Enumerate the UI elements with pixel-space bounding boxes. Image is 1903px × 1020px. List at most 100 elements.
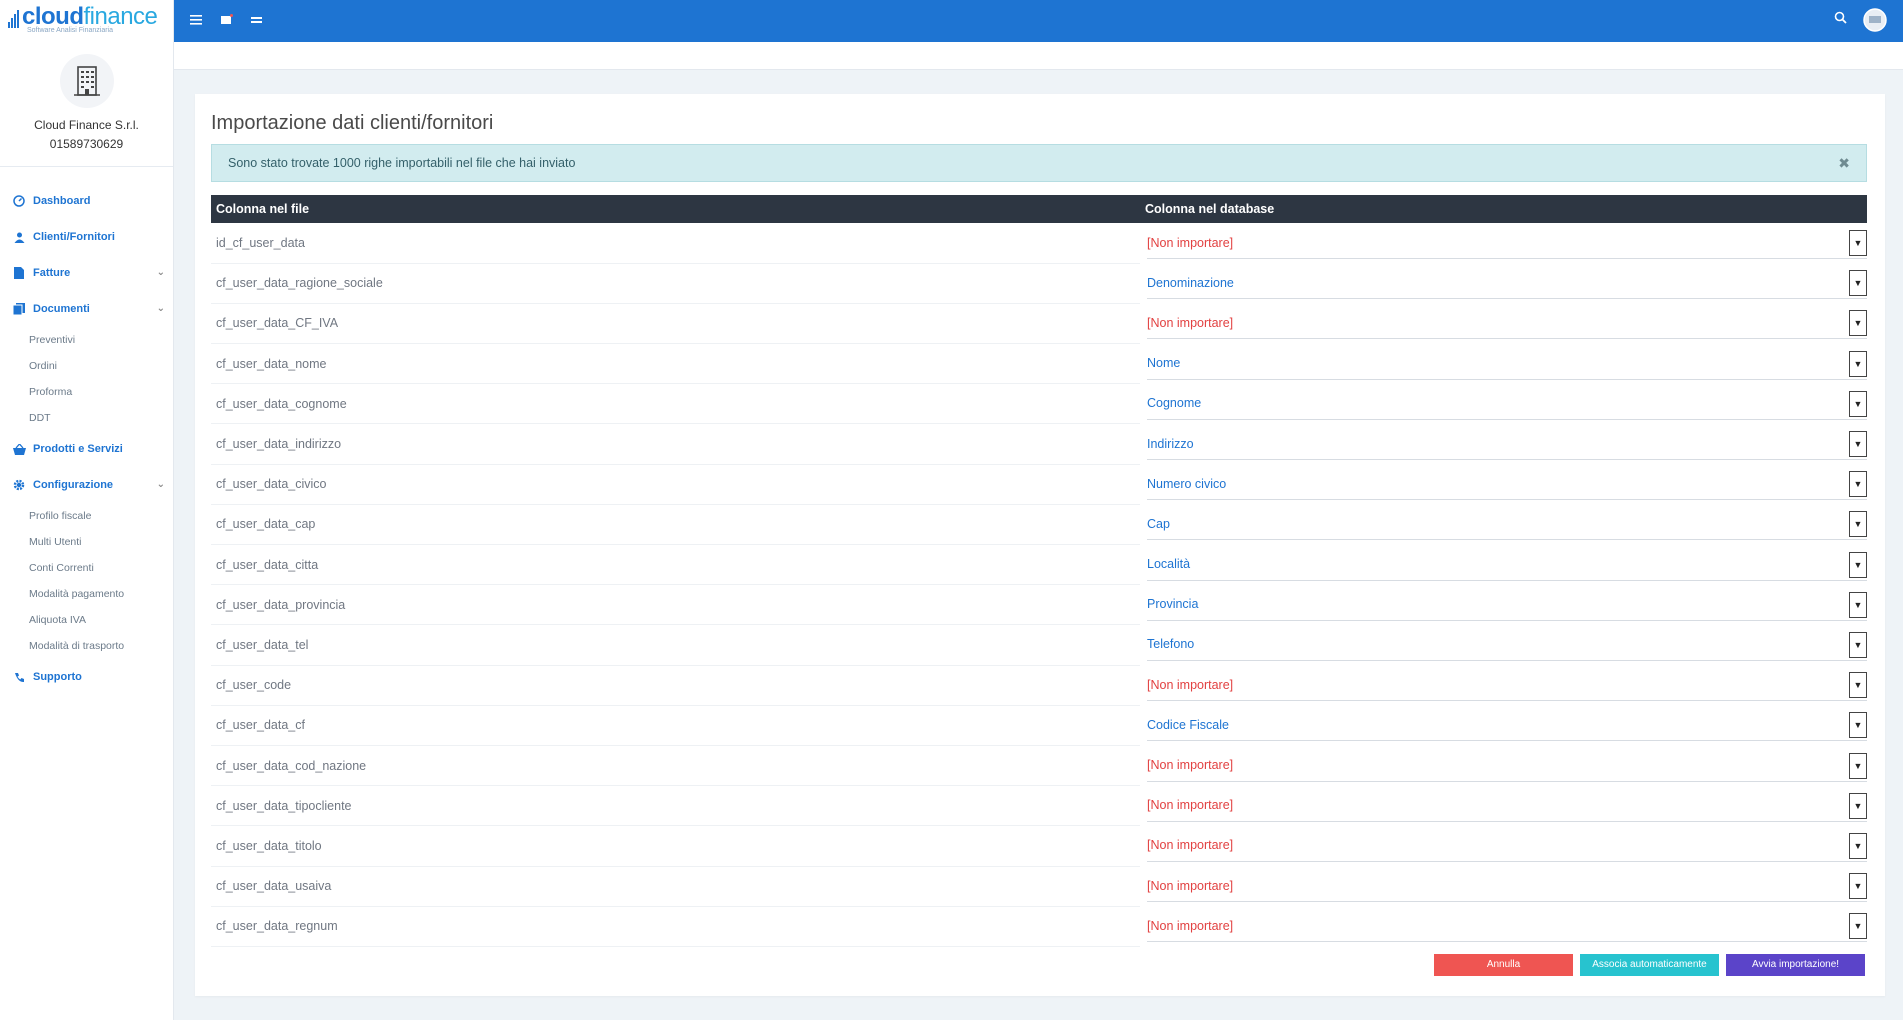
database-column-select[interactable]: Località ▼ (1147, 549, 1867, 581)
sidebar-subitem-ddt[interactable]: DDT (0, 405, 173, 431)
dropdown-arrow-icon[interactable]: ▼ (1849, 832, 1867, 859)
database-column-select[interactable]: Cognome ▼ (1147, 388, 1867, 420)
database-column-cell: Indirizzo ▼ (1140, 424, 1867, 464)
sidebar-item-configurazione[interactable]: Configurazione ⌄ (0, 467, 173, 503)
table-row: cf_user_code [Non importare] ▼ (211, 665, 1867, 706)
dropdown-arrow-icon[interactable]: ▼ (1849, 270, 1867, 297)
dropdown-arrow-icon[interactable]: ▼ (1849, 591, 1867, 618)
file-column-cell: cf_user_data_tel (211, 624, 1140, 666)
brand-logo[interactable]: cloudfinance Software Analisi Finanziari… (0, 0, 173, 40)
close-icon[interactable]: ✖ (1838, 145, 1850, 181)
sidebar-item-dashboard[interactable]: Dashboard (0, 183, 173, 219)
database-column-cell: [Non importare] ▼ (1140, 303, 1867, 343)
table-row: cf_user_data_titolo [Non importare] ▼ (211, 825, 1867, 867)
sidebar-subitem-proforma[interactable]: Proforma (0, 379, 173, 405)
dropdown-arrow-icon[interactable]: ▼ (1849, 350, 1867, 377)
dropdown-arrow-icon[interactable]: ▼ (1849, 551, 1867, 578)
dropdown-arrow-icon[interactable]: ▼ (1849, 913, 1867, 940)
database-column-cell: [Non importare] ▼ (1140, 826, 1867, 866)
database-column-cell: [Non importare] ▼ (1140, 906, 1867, 946)
file-column-cell: cf_user_data_cf (211, 705, 1140, 746)
menu-icon[interactable] (190, 12, 202, 30)
database-column-cell: Denominazione ▼ (1140, 263, 1867, 303)
select-value: Cap (1147, 516, 1170, 531)
avatar[interactable] (1863, 8, 1887, 37)
sidebar-item-supporto[interactable]: Supporto (0, 659, 173, 695)
column-header-database: Colonna nel database (1140, 195, 1867, 223)
sidebar-subitem-ordini[interactable]: Ordini (0, 353, 173, 379)
select-value: [Non importare] (1147, 315, 1234, 330)
select-value: [Non importare] (1147, 235, 1234, 250)
sidebar-item-clienti[interactable]: Clienti/Fornitori (0, 219, 173, 255)
table-header-row: Colonna nel file Colonna nel database (211, 195, 1867, 223)
dropdown-arrow-icon[interactable]: ▼ (1849, 792, 1867, 819)
dropdown-arrow-icon[interactable]: ▼ (1849, 631, 1867, 658)
database-column-select[interactable]: [Non importare] ▼ (1147, 870, 1867, 903)
file-column-cell: cf_user_code (211, 665, 1140, 706)
dropdown-arrow-icon[interactable]: ▼ (1849, 390, 1867, 417)
sidebar-item-label: Dashboard (33, 195, 91, 207)
table-row: cf_user_data_civico Numero civico ▼ (211, 464, 1867, 505)
sidebar-item-prodotti[interactable]: Prodotti e Servizi (0, 431, 173, 467)
database-column-select[interactable]: [Non importare] ▼ (1147, 669, 1867, 702)
sidebar-subitem-profilo-fiscale[interactable]: Profilo fiscale (0, 503, 173, 529)
database-column-select[interactable]: [Non importare] ▼ (1147, 910, 1867, 943)
start-import-button[interactable]: Avvia importazione! (1726, 954, 1865, 976)
dropdown-arrow-icon[interactable]: ▼ (1849, 471, 1867, 498)
database-column-select[interactable]: Provincia ▼ (1147, 589, 1867, 621)
select-value: [Non importare] (1147, 798, 1234, 813)
dropdown-arrow-icon[interactable]: ▼ (1849, 511, 1867, 538)
auto-associate-button[interactable]: Associa automaticamente (1580, 954, 1719, 976)
dropdown-arrow-icon[interactable]: ▼ (1849, 752, 1867, 779)
file-column-cell: cf_user_data_indirizzo (211, 423, 1140, 465)
company-name: Cloud Finance S.r.l. (34, 118, 139, 132)
file-column-cell: cf_user_data_provincia (211, 584, 1140, 626)
notification-icon[interactable] (221, 12, 233, 30)
info-alert: Sono stato trovate 1000 righe importabil… (211, 144, 1867, 182)
dropdown-arrow-icon[interactable]: ▼ (1849, 873, 1867, 900)
database-column-select[interactable]: [Non importare] ▼ (1147, 790, 1867, 822)
sidebar-item-documenti[interactable]: Documenti ⌄ (0, 291, 173, 327)
database-column-select[interactable]: [Non importare] ▼ (1147, 830, 1867, 862)
cancel-button[interactable]: Annulla (1434, 954, 1573, 976)
database-column-select[interactable]: Nome ▼ (1147, 348, 1867, 380)
sidebar-item-label: Supporto (33, 671, 82, 683)
file-column-cell: cf_user_data_regnum (211, 906, 1140, 947)
grid-icon[interactable] (251, 12, 262, 30)
dropdown-arrow-icon[interactable]: ▼ (1849, 310, 1867, 337)
building-icon (59, 54, 114, 108)
dropdown-arrow-icon[interactable]: ▼ (1849, 431, 1867, 458)
company-card: Cloud Finance S.r.l. 01589730629 (0, 40, 173, 167)
table-row: cf_user_data_cod_nazione [Non importare] ▼ (211, 745, 1867, 787)
select-value: Cognome (1147, 396, 1202, 411)
database-column-select[interactable]: Telefono ▼ (1147, 629, 1867, 661)
search-icon[interactable] (1834, 11, 1847, 29)
sidebar-item-label: Fatture (33, 267, 71, 279)
sidebar-subitem-multi-utenti[interactable]: Multi Utenti (0, 529, 173, 555)
mapping-rows: id_cf_user_data [Non importare] ▼ cf_user_d… (211, 223, 1867, 947)
database-column-cell: Cognome ▼ (1140, 384, 1867, 424)
database-column-select[interactable]: Codice Fiscale ▼ (1147, 709, 1867, 742)
file-column-cell: cf_user_data_cod_nazione (211, 745, 1140, 787)
database-column-cell: Nome ▼ (1140, 344, 1867, 384)
dropdown-arrow-icon[interactable]: ▼ (1849, 672, 1867, 699)
sidebar-subitem-aliquota-iva[interactable]: Aliquota IVA (0, 607, 173, 633)
database-column-cell: Località ▼ (1140, 545, 1867, 585)
sidebar-subitem-preventivi[interactable]: Preventivi (0, 327, 173, 353)
sidebar-subitem-modalita-trasporto[interactable]: Modalità di trasporto (0, 633, 173, 659)
file-column-cell: cf_user_data_titolo (211, 825, 1140, 867)
database-column-select[interactable]: Denominazione ▼ (1147, 267, 1867, 300)
database-column-select[interactable]: Indirizzo ▼ (1147, 428, 1867, 461)
sidebar-subitem-modalita-pagamento[interactable]: Modalità pagamento (0, 581, 173, 607)
database-column-select[interactable]: [Non importare] ▼ (1147, 307, 1867, 340)
sidebar-subitem-conti-correnti[interactable]: Conti Correnti (0, 555, 173, 581)
phone-icon (12, 670, 26, 684)
table-row: cf_user_data_cf Codice Fiscale ▼ (211, 705, 1867, 746)
dropdown-arrow-icon[interactable]: ▼ (1849, 712, 1867, 739)
dropdown-arrow-icon[interactable]: ▼ (1849, 230, 1867, 257)
database-column-select[interactable]: Numero civico ▼ (1147, 468, 1867, 501)
sidebar-item-fatture[interactable]: Fatture ⌄ (0, 255, 173, 291)
database-column-select[interactable]: [Non importare] ▼ (1147, 227, 1867, 260)
database-column-select[interactable]: [Non importare] ▼ (1147, 750, 1867, 782)
database-column-select[interactable]: Cap ▼ (1147, 508, 1867, 541)
